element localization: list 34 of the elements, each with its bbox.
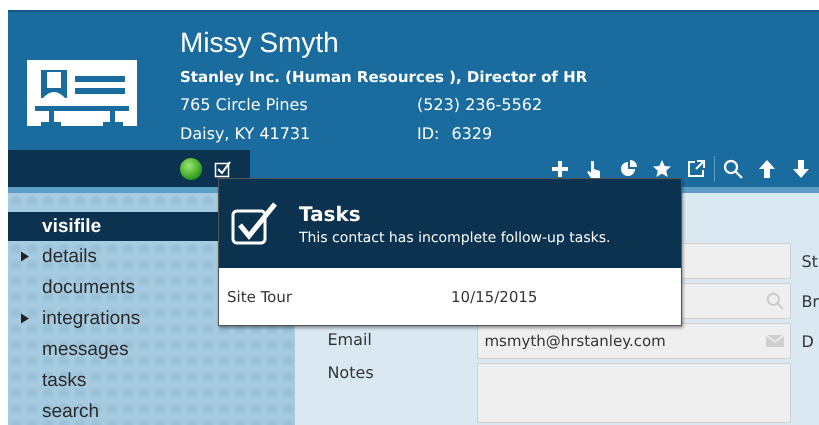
notes-field[interactable]	[477, 363, 792, 423]
down-arrow-icon[interactable]	[791, 158, 811, 178]
address-line: 765 Circle Pines	[180, 94, 309, 116]
search-icon[interactable]	[723, 158, 743, 178]
company-title: Stanley Inc. (Human Resources ), Director of HR	[180, 67, 588, 88]
popup-title: Tasks	[299, 202, 362, 226]
address-line: Daisy, KY 41731	[180, 123, 312, 145]
phone-number: (523) 236-5562	[417, 94, 544, 116]
popup-message: This contact has incomplete follow-up tasks.	[299, 230, 610, 246]
up-arrow-icon[interactable]	[757, 158, 777, 178]
star-icon[interactable]	[652, 158, 672, 178]
id-value: 6329	[451, 123, 492, 145]
field-label: Notes	[327, 363, 374, 382]
sidebar-item[interactable]: integrations	[8, 303, 296, 334]
tasks-checkbox-icon[interactable]	[214, 160, 232, 178]
pie-chart-icon[interactable]	[618, 158, 638, 178]
checkbox-icon	[231, 200, 277, 246]
task-date: 10/15/2015	[451, 288, 538, 306]
id-label: ID:	[417, 123, 440, 145]
contact-name: Missy Smyth	[180, 26, 340, 60]
field-label: Email	[327, 330, 372, 349]
external-link-icon[interactable]	[686, 158, 706, 178]
sidebar-item[interactable]: messages	[8, 334, 296, 365]
sidebar-item[interactable]: search	[8, 396, 296, 425]
field-label: St	[801, 252, 818, 270]
field-label: Br	[801, 292, 819, 310]
field-label: D	[801, 332, 814, 350]
sidebar-item[interactable]: tasks	[8, 365, 296, 396]
task-name[interactable]: Site Tour	[227, 288, 451, 306]
expand-arrow-icon[interactable]	[21, 251, 29, 262]
email-field[interactable]: msmyth@hrstanley.com	[477, 323, 792, 359]
plus-icon[interactable]	[550, 158, 570, 178]
sidebar-item[interactable]: details	[8, 241, 296, 272]
expand-arrow-icon[interactable]	[21, 313, 29, 324]
